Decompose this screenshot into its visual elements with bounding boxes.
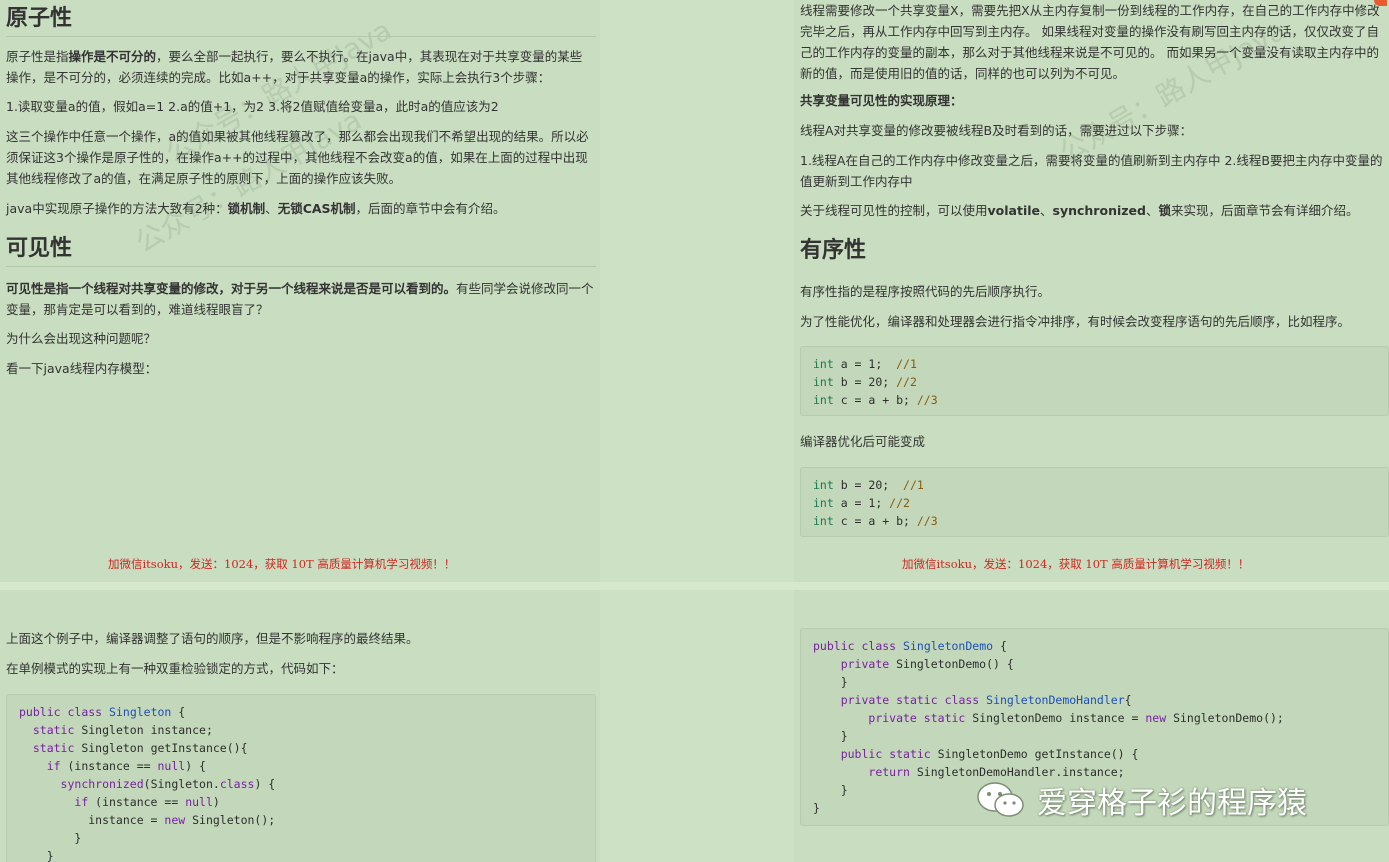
paragraph-reorder: 为了性能优化，编译器和处理器会进行指令冲排序，有时候会改变程序语句的先后顺序，比… <box>800 314 1351 329</box>
paragraph-steps: 1.线程A在自己的工作内存中修改变量之后，需要将变量的值刷新到主内存中 2.线程… <box>800 153 1383 189</box>
code-line: int a = 1; //1 <box>813 357 917 371</box>
code-line: int b = 20; //2 <box>813 375 917 389</box>
code-line: private SingletonDemo() { <box>840 657 1014 671</box>
page-gap <box>0 582 1389 590</box>
paragraph-principle-title: 共享变量可见性的实现原理： <box>800 93 963 108</box>
code-line: } <box>19 849 54 862</box>
paragraph-atomic-explain: 这三个操作中任意一个操作，a的值如果被其他线程篡改了，那么都会出现我们不希望出现… <box>6 129 589 186</box>
code-line: } <box>19 831 82 845</box>
paragraph-after-optimize: 编译器优化后可能变成 <box>800 434 926 449</box>
paragraph-steps-intro: 线程A对共享变量的修改要被线程B及时看到的话，需要进过以下步骤： <box>800 123 1193 138</box>
code-block-singleton: public class Singleton { static Singleto… <box>6 694 596 862</box>
code-line: public class SingletonDemo { <box>813 639 1007 653</box>
paragraph-atomicity-def: 原子性是指操作是不可分的，要么全部一起执行，要么不执行。在java中，其表现在对… <box>6 49 583 85</box>
heading-ordering: 有序性 <box>800 238 867 263</box>
code-line: int c = a + b; //3 <box>813 514 938 528</box>
code-line: instance = new Singleton(); <box>19 813 276 827</box>
paragraph-ordering-def: 有序性指的是程序按照代码的先后顺序执行。 <box>800 284 1051 299</box>
code-line: if (instance == null) <box>74 795 220 809</box>
paragraph-why: 为什么会出现这种问题呢？ <box>6 331 157 346</box>
paragraph-visibility-def: 可见性是指一个线程对共享变量的修改，对于另一个线程来说是否是可以看到的。有些同学… <box>6 281 594 317</box>
code-line: private static class SingletonDemoHandle… <box>840 693 1132 707</box>
code-block-original: int a = 1; //1 int b = 20; //2 int c = a +… <box>800 346 1389 416</box>
code-line: static Singleton instance; <box>32 723 213 737</box>
code-line: int b = 20; //1 <box>813 478 924 492</box>
paragraph-dcl-intro: 在单例模式的实现上有一种双重检验锁定的方式，代码如下： <box>6 661 344 676</box>
code-line: public class Singleton { <box>19 705 186 719</box>
page-atomicity-visibility: 公众号：路人甲Java 公众号：路人甲Java 原子性 原子性是指操作是不可分的… <box>0 0 600 582</box>
code-line: private static SingletonDemo instance = … <box>868 711 1284 725</box>
code-block-optimized: int b = 20; //1 int a = 1; //2 int c = a +… <box>800 467 1389 537</box>
paragraph-jmm-explain: 线程需要修改一个共享变量X，需要先把X从主内存复制一份到线程的工作内存，在自己的… <box>800 3 1380 81</box>
ad-text: 加微信itsoku，发送：1024，获取 10T 高质量计算机学习视频！！ <box>108 557 456 571</box>
code-line: if (instance == null) { <box>46 759 206 773</box>
code-line: public static SingletonDemo getInstance(… <box>840 747 1139 761</box>
paragraph-steps: 1.读取变量a的值，假如a=1 2.a的值+1，为2 3.将2值赋值给变量a，此… <box>6 99 499 114</box>
wechat-icon <box>977 782 1024 817</box>
logo-text: 爱穿格子衫的程序猿 <box>1037 786 1307 821</box>
heading-atomicity: 原子性 <box>6 0 596 37</box>
code-line: } <box>813 675 848 689</box>
code-line: static Singleton getInstance(){ <box>32 741 248 755</box>
code-line: } <box>813 729 848 743</box>
ad-text: 加微信itsoku，发送：1024，获取 10T 高质量计算机学习视频！！ <box>902 557 1250 571</box>
paragraph-visibility-control: 关于线程可见性的控制，可以使用volatile、synchronized、锁来实… <box>800 203 1359 218</box>
paragraph-memory-model: 看一下java线程内存模型： <box>6 361 158 376</box>
code-line: int a = 1; //2 <box>813 496 910 510</box>
wechat-logo: 爱穿格子衫的程序猿 <box>975 778 1307 822</box>
code-line: int c = a + b; //3 <box>813 393 938 407</box>
page-singleton-dcl: 上面这个例子中，编译器调整了语句的顺序，但是不影响程序的最终结果。 在单例模式的… <box>0 590 600 862</box>
page-visibility-ordering: 公众号：路人甲Java 线程需要修改一个共享变量X，需要先把X从主内存复制一份到… <box>794 0 1389 582</box>
heading-visibility: 可见性 <box>6 230 596 267</box>
code-line: synchronized(Singleton.class) { <box>60 777 276 791</box>
paragraph-atomic-methods: java中实现原子操作的方法大致有2种：锁机制、无锁CAS机制，后面的章节中会有… <box>6 201 506 216</box>
paragraph-example-note: 上面这个例子中，编译器调整了语句的顺序，但是不影响程序的最终结果。 <box>6 631 419 646</box>
